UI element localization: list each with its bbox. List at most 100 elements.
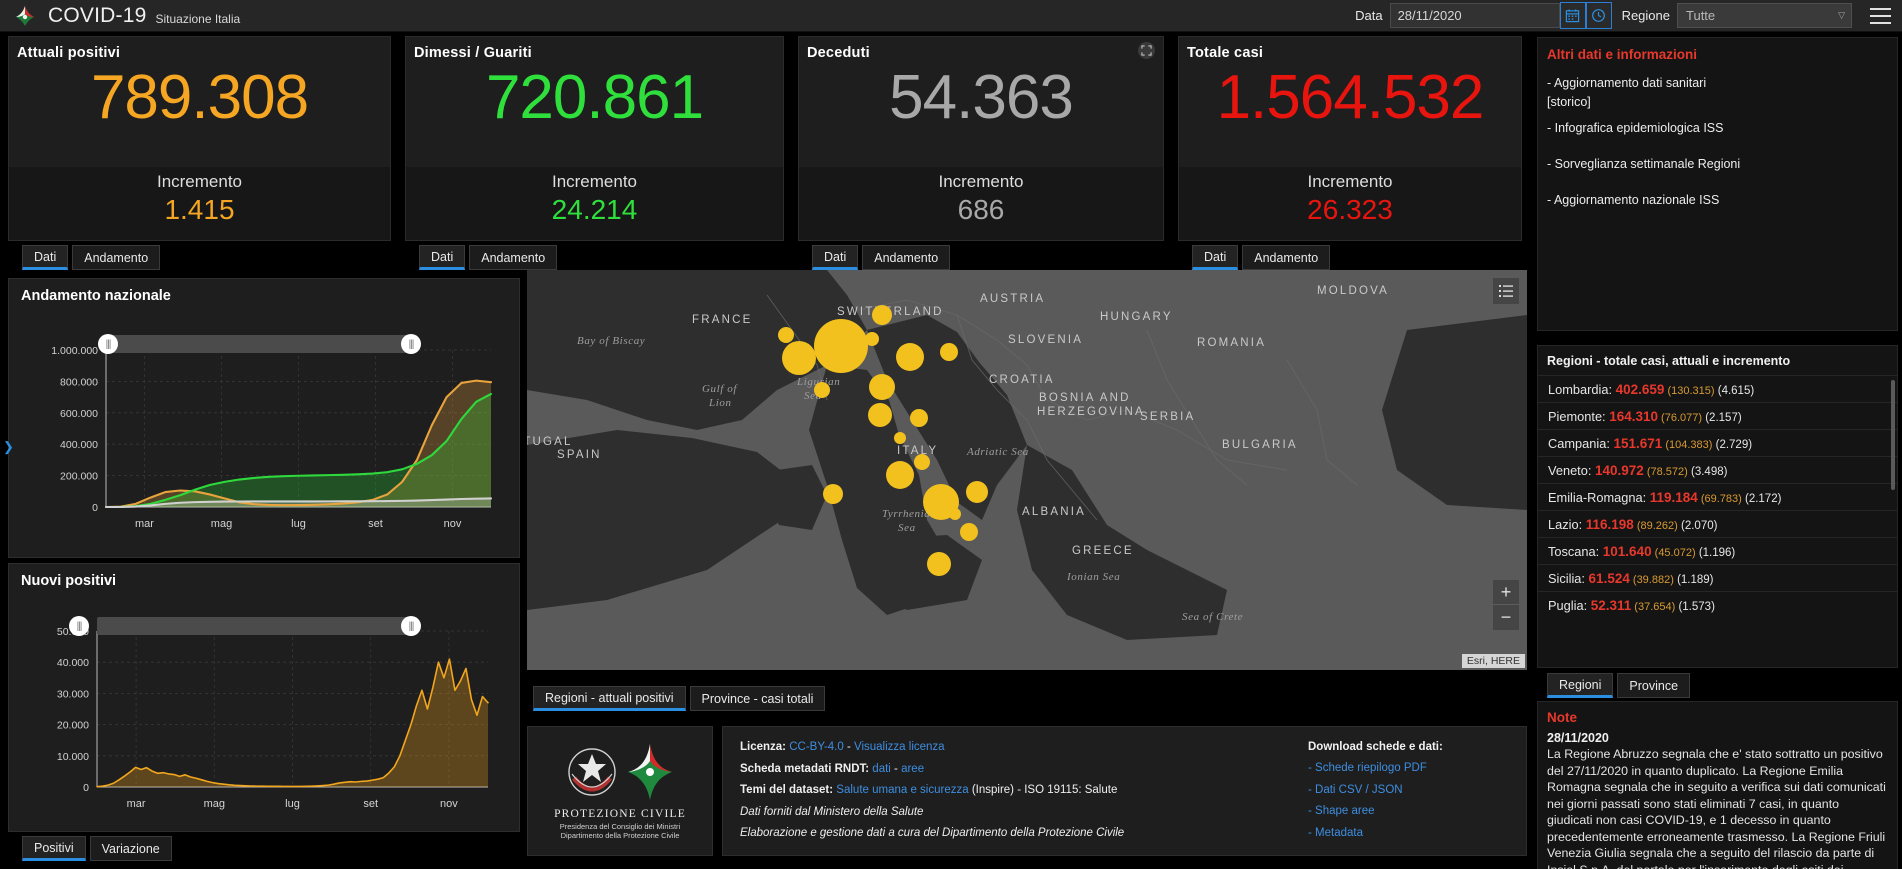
map-legend-icon[interactable] <box>1493 278 1519 304</box>
region-row[interactable]: Sicilia: 61.524 (39.882) (1.189) <box>1538 564 1897 591</box>
link-infografica-epidemiologica-iss[interactable]: - Infografica epidemiologica ISS <box>1538 121 1897 135</box>
chart-range-slider[interactable] <box>106 335 411 353</box>
range-slider-handle-right[interactable]: ||| <box>401 334 421 354</box>
calendar-icon[interactable] <box>1559 2 1586 29</box>
chart-andamento-nazionale: Andamento nazionale ❯ 0 200.000 400.000 600… <box>3 278 520 558</box>
kpi-card-deceduti: Deceduti 54.363 Incremento 686 Dati Anda… <box>790 33 1170 270</box>
tab-dati[interactable]: Dati <box>22 245 69 270</box>
svg-text:1.000.000: 1.000.000 <box>51 345 98 357</box>
regions-scrollbar[interactable] <box>1891 380 1895 490</box>
range-slider-handle-left[interactable]: ||| <box>98 334 118 354</box>
kpi-value: 720.861 <box>485 63 704 132</box>
map-country-label: ROMANIA <box>1197 337 1266 349</box>
map-bubble[interactable] <box>960 523 978 541</box>
tab-regioni[interactable]: Regioni <box>1547 673 1614 698</box>
map-panel[interactable]: FRANCESWITZERLANDAUSTRIAHUNGARYSLOVENIAC… <box>527 270 1527 670</box>
region-current-positives: (89.262) <box>1633 519 1678 532</box>
map-bubble[interactable] <box>910 409 928 427</box>
region-increment: (2.172) <box>1741 492 1782 505</box>
region-row[interactable]: Emilia-Romagna: 119.184 (69.783) (2.172) <box>1538 483 1897 510</box>
region-row[interactable]: Puglia: 52.311 (37.654) (1.573) <box>1538 591 1897 618</box>
map-zoom-out-button[interactable]: − <box>1493 605 1519 630</box>
region-name: Puglia: <box>1548 597 1591 613</box>
link-visualizza-licenza[interactable]: Visualizza licenza <box>854 741 945 753</box>
map-bubble[interactable] <box>865 332 879 346</box>
map-country-label: ALBANIA <box>1022 506 1086 518</box>
map-bubble[interactable] <box>868 403 892 427</box>
hamburger-menu-icon[interactable] <box>1866 3 1894 29</box>
kpi-row: Attuali positivi 789.308 Incremento 1.41… <box>0 33 1528 270</box>
tab-dati[interactable]: Dati <box>419 245 466 270</box>
link-aree[interactable]: aree <box>901 763 924 775</box>
link-dati[interactable]: dati <box>872 763 891 775</box>
tab-dati[interactable]: Dati <box>812 245 859 270</box>
map-bubble[interactable] <box>869 374 895 400</box>
temi-label: Temi del dataset: <box>740 784 834 796</box>
link-aggiornamento-dati-sanitari[interactable]: - Aggiornamento dati sanitari [storico] <box>1538 74 1897 112</box>
region-row[interactable]: Piemonte: 164.310 (76.077) (2.157) <box>1538 402 1897 429</box>
chart-range-slider[interactable] <box>97 617 412 635</box>
tab-variazione[interactable]: Variazione <box>89 836 172 861</box>
map-country-label: SPAIN <box>557 449 602 461</box>
date-input[interactable]: 28/11/2020 <box>1389 3 1560 28</box>
protezione-civile-logo-icon <box>12 4 38 28</box>
link-cc-by-4[interactable]: CC-BY-4.0 <box>789 741 844 753</box>
tab-province[interactable]: Province <box>1617 673 1691 698</box>
link-metadata[interactable]: - Metadata <box>1308 827 1443 839</box>
map-bubble[interactable] <box>927 552 951 576</box>
tab-andamento[interactable]: Andamento <box>1242 245 1331 270</box>
map-country-label: BULGARIA <box>1222 439 1298 451</box>
clock-icon[interactable] <box>1585 2 1612 29</box>
region-total-cases: 151.671 <box>1613 435 1663 451</box>
region-row[interactable]: Veneto: 140.972 (78.572) (3.498) <box>1538 456 1897 483</box>
map-bubble[interactable] <box>782 341 816 375</box>
link-salute-umana[interactable]: Salute umana e sicurezza <box>836 784 968 796</box>
region-total-cases: 61.524 <box>1588 570 1630 586</box>
map-country-label: PORTUGAL <box>527 436 573 448</box>
regions-list[interactable]: Lombardia: 402.659 (130.315) (4.615) Piem… <box>1538 375 1897 618</box>
map-bubble[interactable] <box>949 508 961 520</box>
tab-andamento[interactable]: Andamento <box>469 245 558 270</box>
chart-title: Nuovi positivi <box>21 573 117 589</box>
map-zoom-controls[interactable]: + − <box>1493 580 1519 630</box>
region-row[interactable]: Lazio: 116.198 (89.262) (2.070) <box>1538 510 1897 537</box>
tab-andamento[interactable]: Andamento <box>72 245 161 270</box>
link-aggiornamento-nazionale-iss[interactable]: - Aggiornamento nazionale ISS <box>1538 193 1897 207</box>
map-bubble[interactable] <box>814 319 868 373</box>
map-country-label: HUNGARY <box>1100 311 1173 323</box>
map-tabs: Regioni - attuali positivi Province - ca… <box>533 686 829 711</box>
region-current-positives: (69.783) <box>1697 492 1742 505</box>
map-bubble[interactable] <box>894 432 906 444</box>
map-bubble[interactable] <box>814 382 830 398</box>
map-country-label: GREECE <box>1072 545 1134 557</box>
region-row[interactable]: Toscana: 101.640 (45.072) (1.196) <box>1538 537 1897 564</box>
map-bubble[interactable] <box>872 305 892 325</box>
map-bubble[interactable] <box>966 481 988 503</box>
map-bubble[interactable] <box>823 484 843 504</box>
tab-regioni-attuali-positivi[interactable]: Regioni - attuali positivi <box>533 686 686 711</box>
map-bubble[interactable] <box>778 327 794 343</box>
sep: - <box>843 741 854 753</box>
map-bubble[interactable] <box>886 461 914 489</box>
tab-dati[interactable]: Dati <box>1192 245 1239 270</box>
map-bubble[interactable] <box>896 343 924 371</box>
link-shape-aree[interactable]: - Shape aree <box>1308 805 1443 817</box>
range-slider-handle-right[interactable]: ||| <box>401 616 421 636</box>
link-schede-riepilogo-pdf[interactable]: - Schede riepilogo PDF <box>1308 762 1443 774</box>
map-bubble[interactable] <box>914 454 930 470</box>
region-row[interactable]: Lombardia: 402.659 (130.315) (4.615) <box>1538 375 1897 402</box>
expand-icon[interactable] <box>1138 42 1155 59</box>
tab-province-casi-totali[interactable]: Province - casi totali <box>689 686 826 711</box>
region-row[interactable]: Campania: 151.671 (104.383) (2.729) <box>1538 429 1897 456</box>
link-dati-csv-json[interactable]: - Dati CSV / JSON <box>1308 784 1443 796</box>
kpi-value: 789.308 <box>90 63 309 132</box>
map-canvas[interactable]: FRANCESWITZERLANDAUSTRIAHUNGARYSLOVENIAC… <box>527 270 1527 670</box>
range-slider-handle-left[interactable]: ||| <box>69 616 89 636</box>
map-bubble[interactable] <box>940 343 958 361</box>
region-select[interactable]: Tutte ▽ <box>1677 3 1852 28</box>
map-zoom-in-button[interactable]: + <box>1493 580 1519 605</box>
link-sorveglianza-settimanale-regioni[interactable]: - Sorveglianza settimanale Regioni <box>1538 157 1897 171</box>
tab-positivi[interactable]: Positivi <box>22 836 86 861</box>
kpi-increment-value: 686 <box>957 194 1005 225</box>
tab-andamento[interactable]: Andamento <box>862 245 951 270</box>
